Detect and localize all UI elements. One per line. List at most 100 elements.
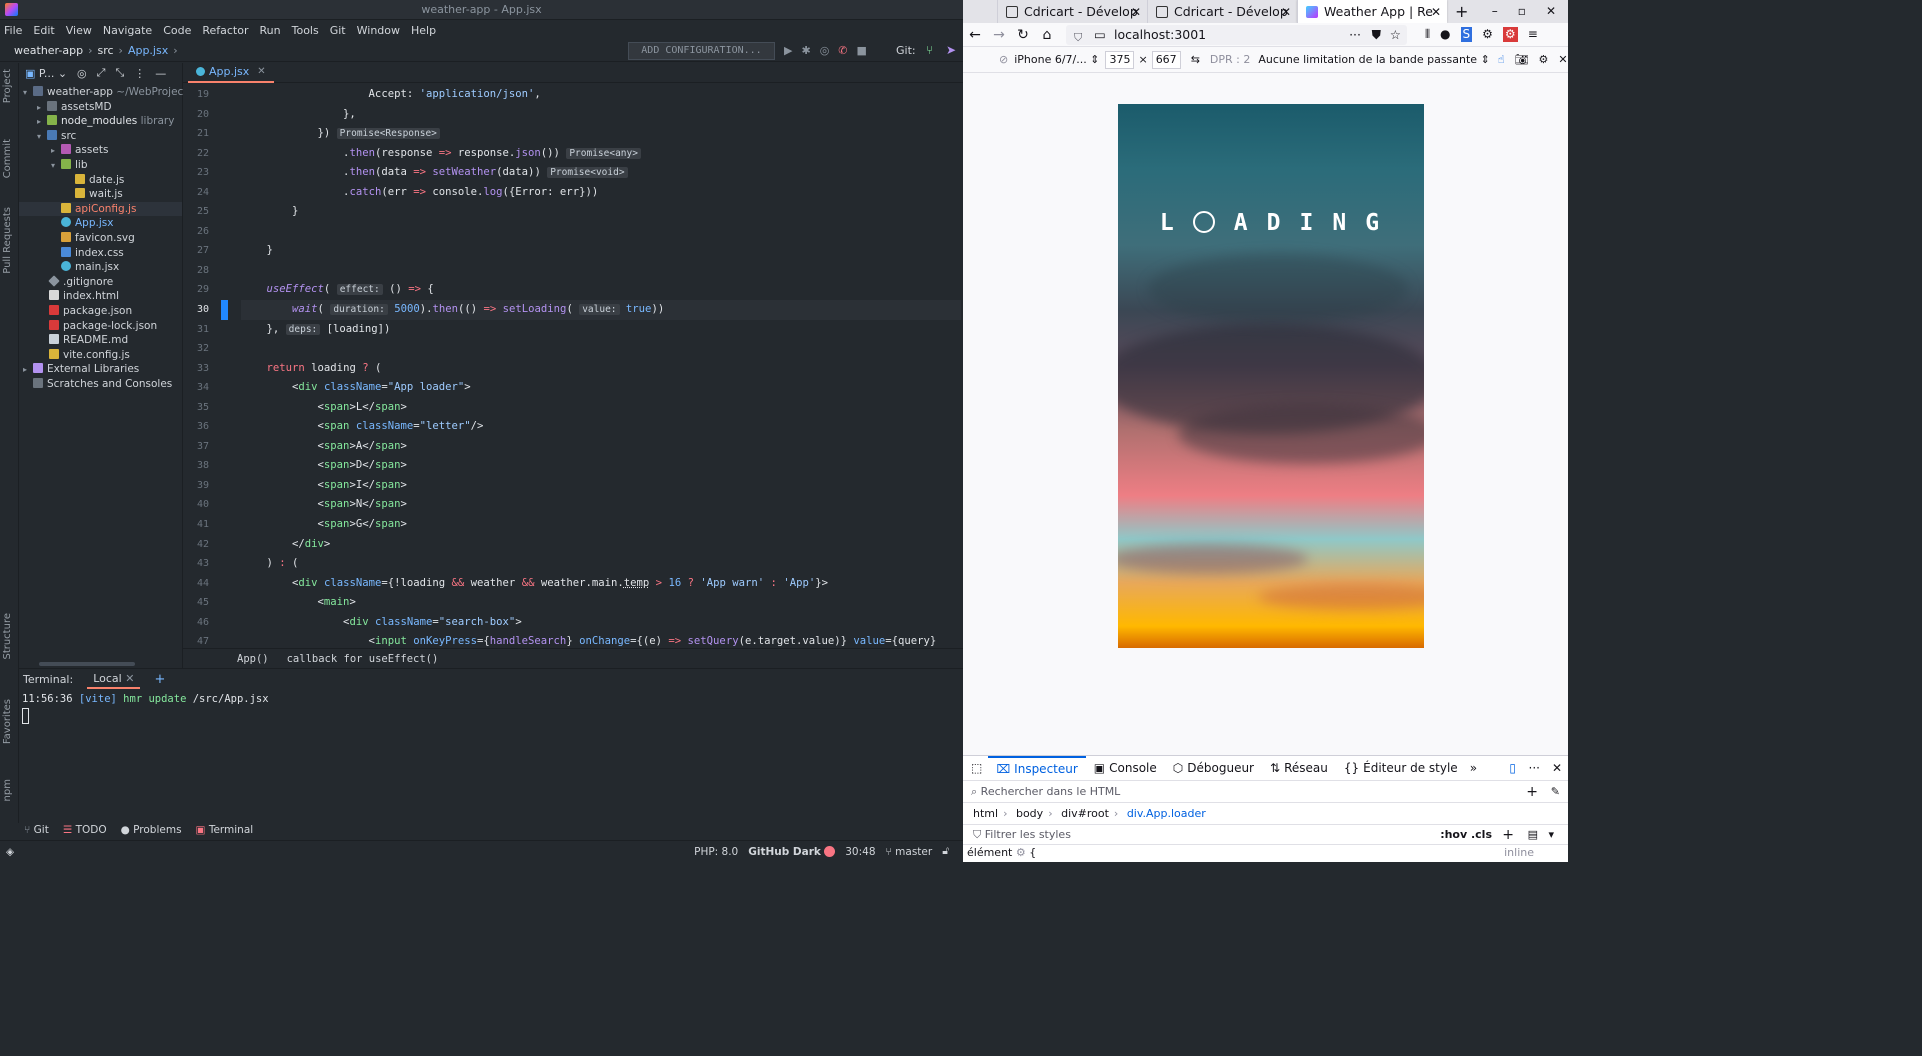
tree-item-main-jsx[interactable]: main.jsx bbox=[19, 260, 182, 275]
menu-icon[interactable]: ≡ bbox=[1528, 27, 1538, 42]
tab-console[interactable]: ▣ Console bbox=[1086, 756, 1165, 781]
options-icon[interactable]: ⋮ bbox=[134, 67, 145, 80]
extension-icon[interactable]: ⚙ bbox=[1482, 27, 1493, 42]
extension-red-icon[interactable]: ⚙ bbox=[1502, 27, 1518, 42]
menu-navigate[interactable]: Navigate bbox=[103, 24, 152, 37]
npm-tool-tab[interactable]: npm bbox=[2, 779, 13, 801]
close-window-icon[interactable]: ✕ bbox=[1546, 4, 1556, 18]
git-tool-button[interactable]: ⑂ Git bbox=[24, 824, 49, 836]
project-tool-tab[interactable]: Project bbox=[2, 69, 13, 103]
more-icon[interactable]: ··· bbox=[1349, 25, 1361, 45]
close-icon[interactable]: ✕ bbox=[1131, 5, 1141, 19]
tab-debogueur[interactable]: ⬡ Débogueur bbox=[1165, 756, 1262, 781]
home-icon[interactable]: ⌂ bbox=[1035, 27, 1059, 43]
add-node-icon[interactable]: + bbox=[1526, 781, 1538, 803]
viewport-width-input[interactable]: 375 bbox=[1105, 50, 1135, 69]
tree-item-assetsmd[interactable]: ▸ assetsMD bbox=[19, 100, 182, 115]
php-version[interactable]: PHP: 8.0 bbox=[694, 846, 738, 858]
device-selector[interactable]: iPhone 6/7/... ⇕ bbox=[1014, 53, 1099, 66]
tree-item-weather-app[interactable]: ▾ weather-app ~/WebProjec bbox=[19, 85, 183, 100]
tree-item-readme-md[interactable]: README.md bbox=[19, 333, 182, 348]
git-push-icon[interactable]: ➤ bbox=[946, 43, 956, 57]
phone-icon[interactable]: ✆ bbox=[838, 44, 847, 57]
tree-item-src[interactable]: ▾ src bbox=[19, 129, 182, 144]
lock-icon[interactable]: 🔓︎ bbox=[942, 845, 949, 858]
run-icon[interactable]: ▶ bbox=[784, 44, 792, 57]
viewport-height-input[interactable]: 667 bbox=[1151, 50, 1181, 69]
styles-filter[interactable]: ⛉ Filtrer les styles :hov .cls + ▤ ▾ bbox=[963, 825, 1568, 845]
stop-icon[interactable]: ■ bbox=[857, 44, 867, 57]
nav-file[interactable]: App.jsx bbox=[128, 44, 168, 57]
reload-icon[interactable]: ↻ bbox=[1011, 27, 1035, 43]
breadcrumb-app[interactable]: App() bbox=[237, 653, 269, 665]
hov-cls-toggle[interactable]: :hov .cls bbox=[1440, 825, 1492, 845]
code-content[interactable]: Accept: 'application/json', }, }) Promis… bbox=[241, 85, 961, 650]
throttle-selector[interactable]: Aucune limitation de la bande passante ⇕ bbox=[1258, 53, 1489, 66]
browser-tab-2[interactable]: Cdricart - Dévelop ✕ bbox=[1147, 0, 1297, 23]
account-icon[interactable]: ● bbox=[1440, 27, 1450, 42]
nav-folder[interactable]: src bbox=[97, 44, 113, 57]
git-update-icon[interactable]: ⑂ bbox=[926, 43, 933, 57]
crumb-loader[interactable]: div.App.loader bbox=[1127, 807, 1206, 820]
menu-window[interactable]: Window bbox=[357, 24, 400, 37]
tree-item-index-html[interactable]: index.html bbox=[19, 289, 182, 304]
crumb-html[interactable]: html bbox=[973, 807, 998, 820]
close-icon[interactable]: ✕ bbox=[1431, 5, 1441, 19]
print-media-icon[interactable]: ▤ bbox=[1528, 825, 1538, 845]
commit-tool-tab[interactable]: Commit bbox=[2, 139, 13, 178]
project-view-selector[interactable]: ▣ P... ⌄ bbox=[25, 67, 67, 80]
add-rule-icon[interactable]: + bbox=[1502, 825, 1514, 845]
menu-help[interactable]: Help bbox=[411, 24, 436, 37]
new-tab-icon[interactable]: + bbox=[1455, 2, 1468, 21]
tree-item-external-libraries[interactable]: ▸ External Libraries bbox=[19, 362, 182, 377]
menu-code[interactable]: Code bbox=[163, 24, 191, 37]
pull-requests-tool-tab[interactable]: Pull Requests bbox=[2, 207, 13, 274]
breadcrumb-callback[interactable]: callback for useEffect() bbox=[287, 653, 439, 665]
structure-tool-tab[interactable]: Structure bbox=[2, 613, 13, 660]
close-icon[interactable]: ✕ bbox=[257, 66, 265, 77]
minimize-icon[interactable]: — bbox=[155, 67, 166, 80]
element-picker-icon[interactable]: ⬚ bbox=[971, 761, 982, 775]
collapse-icon[interactable]: ⤡ bbox=[115, 66, 124, 80]
dpr-selector[interactable]: DPR : 2 bbox=[1210, 53, 1250, 66]
expand-icon[interactable]: ⤢ bbox=[97, 66, 106, 80]
maximize-icon[interactable]: ▫ bbox=[1518, 4, 1526, 18]
menu-run[interactable]: Run bbox=[260, 24, 281, 37]
git-branch[interactable]: ⑂ master bbox=[886, 846, 933, 858]
browser-tab-weather[interactable]: Weather App | Re ✕ bbox=[1297, 0, 1447, 23]
close-devtools-icon[interactable]: ✕ bbox=[1552, 761, 1562, 775]
locate-icon[interactable]: ◎ bbox=[77, 67, 87, 80]
gear-icon[interactable]: ⚙ bbox=[1016, 846, 1026, 859]
terminal-tab-local[interactable]: Local ✕ bbox=[87, 669, 141, 689]
status-layers-icon[interactable]: ◈ bbox=[6, 846, 14, 858]
nav-project[interactable]: weather-app bbox=[14, 44, 83, 57]
extension-s-icon[interactable]: S bbox=[1460, 27, 1473, 42]
editor-tab-app-jsx[interactable]: App.jsx ✕ bbox=[188, 63, 274, 83]
close-icon[interactable]: ✕ bbox=[125, 672, 134, 685]
styles-filter-input[interactable]: Filtrer les styles bbox=[985, 828, 1071, 841]
settings-gear-icon[interactable]: ⚙ bbox=[1538, 53, 1548, 66]
terminal-tool-button[interactable]: ▣ Terminal bbox=[196, 824, 254, 836]
tree-item-vite-config-js[interactable]: vite.config.js bbox=[19, 348, 182, 363]
responsive-mode-icon[interactable]: ▯ bbox=[1509, 761, 1516, 775]
tree-item-apiconfig-js[interactable]: apiConfig.js bbox=[19, 201, 182, 217]
favorites-tool-tab[interactable]: Favorites bbox=[2, 699, 13, 744]
menu-file[interactable]: File bbox=[4, 24, 22, 37]
theme-name[interactable]: GitHub Dark bbox=[748, 845, 836, 858]
screenshot-icon[interactable]: 📷︎ bbox=[1515, 53, 1529, 66]
tree-item-scratches[interactable]: Scratches and Consoles bbox=[19, 377, 182, 392]
close-icon[interactable]: ✕ bbox=[1281, 5, 1291, 19]
library-icon[interactable]: ⫴ bbox=[1425, 27, 1430, 42]
debug-icon[interactable]: ✱ bbox=[801, 44, 810, 57]
add-configuration-button[interactable]: ADD CONFIGURATION... bbox=[628, 42, 775, 60]
tree-item-date-js[interactable]: date.js bbox=[19, 173, 182, 188]
tree-item-package-json[interactable]: package.json bbox=[19, 304, 182, 319]
project-horizontal-scrollbar[interactable] bbox=[39, 662, 135, 666]
menu-edit[interactable]: Edit bbox=[33, 24, 54, 37]
menu-view[interactable]: View bbox=[66, 24, 92, 37]
devtools-menu-icon[interactable]: ··· bbox=[1529, 761, 1540, 775]
html-search[interactable]: ⌕ Rechercher dans le HTML + ✎ bbox=[963, 781, 1568, 803]
menu-refactor[interactable]: Refactor bbox=[202, 24, 248, 37]
tree-item-app-jsx[interactable]: App.jsx bbox=[19, 216, 182, 231]
tree-item-package-lock-json[interactable]: package-lock.json bbox=[19, 319, 182, 334]
